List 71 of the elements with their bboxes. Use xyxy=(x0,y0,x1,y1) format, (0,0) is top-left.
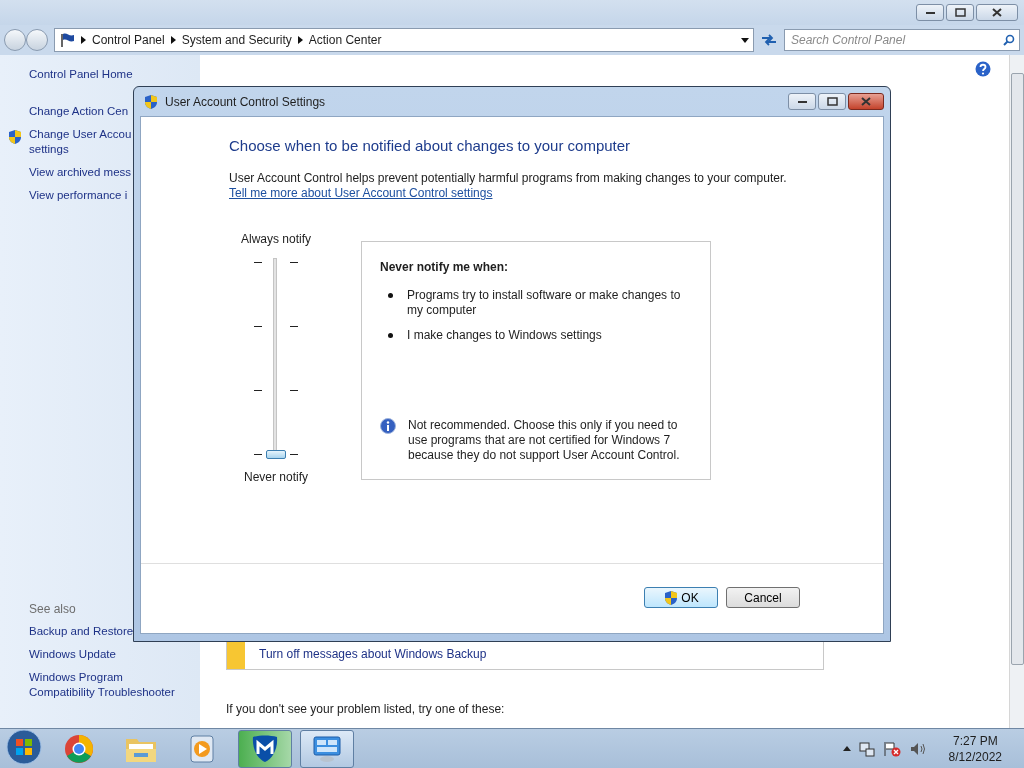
dialog-title: User Account Control Settings xyxy=(165,94,326,109)
sidebar-link[interactable]: Windows Program Compatibility Troubleshooter xyxy=(29,670,175,700)
taskbar-app-button[interactable] xyxy=(238,729,292,768)
flag-alert-icon[interactable] xyxy=(882,740,901,757)
clock[interactable]: 7:27 PM 8/12/2022 xyxy=(948,732,1002,765)
windows-logo-icon xyxy=(6,729,42,765)
address-bar[interactable]: Control Panel System and Security Action Center xyxy=(54,28,754,52)
description-text: User Account Control helps prevent potentially harmful programs from making changes to your computer. xyxy=(229,171,788,186)
maximize-icon xyxy=(826,97,838,106)
sidebar-link[interactable]: Control Panel Home xyxy=(29,67,133,82)
backup-link[interactable]: Turn off messages about Windows Backup xyxy=(259,647,487,661)
show-hidden-icons-icon[interactable] xyxy=(842,746,851,751)
breadcrumb-item[interactable]: System and Security xyxy=(181,33,292,47)
info-title: Never notify me when: xyxy=(380,260,510,274)
back-button[interactable] xyxy=(4,29,26,51)
sidebar-link[interactable]: Backup and Restore xyxy=(29,624,134,639)
refresh-icon[interactable] xyxy=(760,32,778,48)
maximize-button[interactable] xyxy=(818,93,846,110)
breadcrumb-arrow-icon xyxy=(81,36,86,44)
sidebar-link[interactable]: View archived mess xyxy=(29,165,132,180)
sidebar-link[interactable]: Change User Accou settings xyxy=(29,127,132,157)
bullet-text: I make changes to Windows settings xyxy=(407,328,602,343)
info-icon xyxy=(380,418,396,434)
maximize-icon xyxy=(954,8,966,17)
search-field[interactable]: Search Control Panel xyxy=(784,29,1020,51)
shield-m-icon xyxy=(250,733,280,764)
bullet-icon xyxy=(388,293,393,298)
see-also-heading: See also xyxy=(29,602,77,616)
footer-text: If you don't see your problem listed, try one of these: xyxy=(226,702,506,716)
media-player-icon xyxy=(190,734,216,763)
notify-slider[interactable] xyxy=(254,258,298,458)
taskbar-app-button[interactable] xyxy=(300,729,354,768)
close-button[interactable] xyxy=(976,4,1018,21)
dropdown-caret-icon xyxy=(741,37,749,43)
breadcrumb-arrow-icon xyxy=(170,36,176,44)
minimize-button[interactable] xyxy=(916,4,944,21)
breadcrumb-item[interactable]: Control Panel xyxy=(92,33,165,47)
sidebar-link[interactable]: Change Action Cen xyxy=(29,104,129,119)
breadcrumb-arrow-icon xyxy=(297,36,303,44)
sidebar-link[interactable]: Windows Update xyxy=(29,647,116,662)
chrome-icon xyxy=(64,733,94,764)
bullet-icon xyxy=(388,333,393,338)
search-icon xyxy=(1003,34,1015,46)
sidebar-link[interactable]: View performance i xyxy=(29,188,128,203)
close-icon xyxy=(861,97,871,106)
breadcrumb-item[interactable]: Action Center xyxy=(308,33,382,47)
network-icon[interactable] xyxy=(858,740,875,757)
cancel-button[interactable]: Cancel xyxy=(726,587,800,608)
flag-icon xyxy=(59,32,75,48)
shield-icon xyxy=(143,93,159,110)
scrollbar-thumb[interactable] xyxy=(1010,73,1024,665)
dialog-heading: Choose when to be notified about changes to your computer xyxy=(229,137,632,154)
help-icon[interactable] xyxy=(975,61,991,77)
scrollbar[interactable] xyxy=(1009,55,1024,728)
forward-button[interactable] xyxy=(26,29,48,51)
shield-icon xyxy=(7,129,23,145)
slider-bottom-label: Never notify xyxy=(244,470,308,484)
close-button[interactable] xyxy=(848,93,884,110)
learn-more-link[interactable]: Tell me more about User Account Control settings xyxy=(229,186,493,200)
bullet-text: Programs try to install software or make changes to my computer xyxy=(407,288,682,318)
minimize-button[interactable] xyxy=(788,93,816,110)
ok-button[interactable]: OK xyxy=(644,587,718,608)
slider-top-label: Always notify xyxy=(241,232,311,246)
minimize-icon xyxy=(797,100,807,103)
slider-thumb[interactable] xyxy=(266,450,286,459)
control-panel-icon xyxy=(312,734,342,763)
warning-note: Not recommended. Choose this only if you need to use programs that are not certified for Windows 7 because they do not support User Account Control. xyxy=(408,418,681,463)
shield-icon xyxy=(663,589,680,606)
close-icon xyxy=(992,8,1002,17)
maximize-button[interactable] xyxy=(946,4,974,21)
minimize-icon xyxy=(925,11,935,14)
